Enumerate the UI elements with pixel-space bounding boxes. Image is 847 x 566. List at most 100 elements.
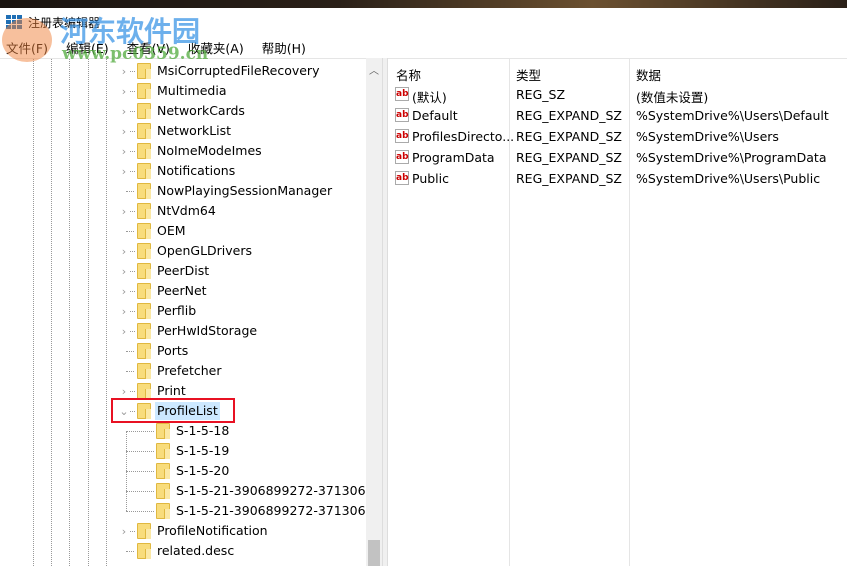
tree-item[interactable]: S-1-5-21-3906899272-371306463 — [0, 501, 382, 521]
chevron-right-icon[interactable]: › — [119, 81, 129, 101]
chevron-right-icon[interactable]: › — [119, 201, 129, 221]
tree-item[interactable]: S-1-5-19 — [0, 441, 366, 461]
value-type: REG_EXPAND_SZ — [516, 150, 622, 165]
tree-item[interactable]: S-1-5-21-3906899272-371306463 — [0, 481, 382, 501]
folder-icon — [137, 123, 151, 139]
tree-item-label: PeerNet — [157, 283, 207, 298]
tree-item[interactable]: NowPlayingSessionManager — [0, 181, 366, 201]
tree-item[interactable]: Ports — [0, 341, 366, 361]
folder-icon — [137, 383, 151, 399]
folder-icon — [137, 183, 151, 199]
value-name: Default — [412, 108, 458, 123]
tree-item[interactable]: Prefetcher — [0, 361, 366, 381]
menu-edit[interactable]: 编辑(E) — [64, 38, 111, 57]
string-value-icon: ab — [395, 87, 409, 101]
folder-icon — [137, 283, 151, 299]
value-type: REG_EXPAND_SZ — [516, 171, 622, 186]
title-bar: 注册表编辑器 — [0, 8, 847, 36]
menu-help[interactable]: 帮助(H) — [260, 38, 308, 57]
chevron-right-icon[interactable]: › — [119, 161, 129, 181]
desktop-background-strip — [0, 0, 847, 8]
tree-item[interactable]: OEM — [0, 221, 366, 241]
chevron-right-icon[interactable]: › — [119, 241, 129, 261]
tree-item-label: Multimedia — [157, 83, 227, 98]
tree-item[interactable]: › Perflib — [0, 301, 366, 321]
folder-icon — [156, 443, 170, 459]
value-row[interactable]: ab Public REG_EXPAND_SZ %SystemDrive%\Us… — [388, 169, 847, 190]
chevron-right-icon[interactable]: › — [119, 301, 129, 321]
tree-item[interactable]: › ProfileNotification — [0, 521, 366, 541]
folder-icon — [137, 83, 151, 99]
tree-item[interactable]: › PerHwIdStorage — [0, 321, 366, 341]
chevron-right-icon[interactable]: › — [119, 261, 129, 281]
menu-view[interactable]: 查看(V) — [125, 38, 172, 57]
tree-item-label: S-1-5-21-3906899272-371306463 — [176, 503, 382, 518]
tree-item-label: Notifications — [157, 163, 236, 178]
value-name: (默认) — [412, 90, 447, 105]
tree-item-label: Ports — [157, 343, 189, 358]
chevron-right-icon[interactable]: › — [119, 121, 129, 141]
scrollbar-thumb[interactable] — [368, 540, 380, 566]
tree-item[interactable]: › Notifications — [0, 161, 366, 181]
string-value-icon: ab — [395, 150, 409, 164]
tree-item[interactable]: › PeerNet — [0, 281, 366, 301]
values-list[interactable]: 名称 类型 数据 ab (默认) REG_SZ (数值未设置) ab Defaul… — [388, 58, 847, 566]
menu-bar: 文件(F) 编辑(E) 查看(V) 收藏夹(A) 帮助(H) — [0, 36, 847, 58]
tree-item[interactable]: › NtVdm64 — [0, 201, 366, 221]
tree-item[interactable]: › OpenGLDrivers — [0, 241, 366, 261]
string-value-icon: ab — [395, 129, 409, 143]
tree-item[interactable]: S-1-5-18 — [0, 421, 366, 441]
chevron-right-icon[interactable]: › — [119, 321, 129, 341]
menu-favorites[interactable]: 收藏夹(A) — [186, 38, 246, 57]
value-name: Public — [412, 171, 449, 186]
value-row[interactable]: ab (默认) REG_SZ (数值未设置) — [388, 85, 847, 106]
chevron-right-icon[interactable]: › — [119, 141, 129, 161]
tree-item[interactable]: S-1-5-20 — [0, 461, 366, 481]
tree-item-label: related.desc — [157, 543, 235, 558]
folder-icon — [137, 223, 151, 239]
folder-icon — [137, 523, 151, 539]
folder-icon — [137, 303, 151, 319]
tree-item-label: Perflib — [157, 303, 197, 318]
tree-item[interactable]: related.desc — [0, 541, 366, 561]
value-type: REG_EXPAND_SZ — [516, 129, 622, 144]
string-value-icon: ab — [395, 171, 409, 185]
tree-item-label: S-1-5-20 — [176, 463, 230, 478]
folder-icon — [137, 263, 151, 279]
tree-scrollbar[interactable]: ︿ — [366, 58, 382, 566]
tree-item[interactable]: › MsiCorruptedFileRecovery — [0, 61, 366, 81]
tree-item-label: S-1-5-21-3906899272-371306463 — [176, 483, 382, 498]
tree-item[interactable]: › NetworkList — [0, 121, 366, 141]
tree-item[interactable]: › NetworkCards — [0, 101, 366, 121]
tree-item-label: OpenGLDrivers — [157, 243, 253, 258]
value-type: REG_EXPAND_SZ — [516, 108, 622, 123]
tree-item-label: MsiCorruptedFileRecovery — [157, 63, 320, 78]
folder-icon — [137, 363, 151, 379]
window-title: 注册表编辑器 — [28, 15, 101, 30]
value-row[interactable]: ab ProgramData REG_EXPAND_SZ %SystemDriv… — [388, 148, 847, 169]
chevron-right-icon[interactable]: › — [119, 281, 129, 301]
value-data: (数值未设置) — [636, 90, 709, 105]
tree-item[interactable]: › Multimedia — [0, 81, 366, 101]
column-header-name[interactable]: 名称 — [396, 65, 421, 84]
chevron-right-icon[interactable]: › — [119, 521, 129, 541]
chevron-right-icon[interactable]: › — [119, 61, 129, 81]
folder-icon — [156, 463, 170, 479]
value-name: ProgramData — [412, 150, 495, 165]
chevron-right-icon[interactable]: › — [119, 101, 129, 121]
tree-item-label: Prefetcher — [157, 363, 222, 378]
tree-item[interactable]: › PeerDist — [0, 261, 366, 281]
scroll-up-arrow-icon[interactable]: ︿ — [366, 62, 382, 77]
menu-file[interactable]: 文件(F) — [4, 38, 50, 57]
highlight-annotation-box — [111, 398, 235, 423]
tree-item[interactable]: › NoImeModeImes — [0, 141, 366, 161]
folder-icon — [137, 203, 151, 219]
value-data: %SystemDrive%\Users — [636, 129, 779, 144]
tree-item-label: PerHwIdStorage — [157, 323, 258, 338]
value-row[interactable]: ab Default REG_EXPAND_SZ %SystemDrive%\U… — [388, 106, 847, 127]
registry-tree[interactable]: › MsiCorruptedFileRecovery › Multimedia › Net… — [0, 58, 382, 566]
column-header-type[interactable]: 类型 — [516, 65, 541, 84]
value-row[interactable]: ab ProfilesDirecto... REG_EXPAND_SZ %Sys… — [388, 127, 847, 148]
column-header-data[interactable]: 数据 — [636, 65, 661, 84]
value-name: ProfilesDirecto... — [412, 129, 515, 144]
